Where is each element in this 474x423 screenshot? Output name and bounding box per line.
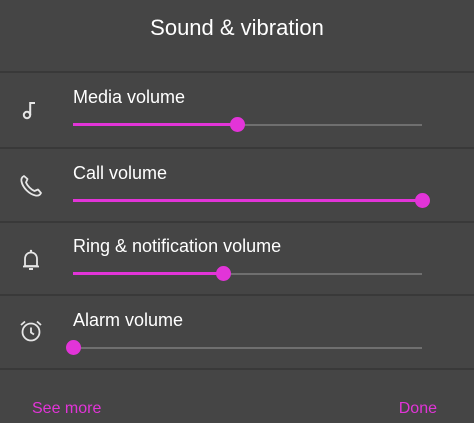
call-volume-label: Call volume xyxy=(73,163,168,183)
media-volume-label: Media volume xyxy=(73,87,186,107)
media-volume-row: Media volume xyxy=(0,73,474,145)
call-volume-slider[interactable] xyxy=(73,192,430,210)
slider-fill xyxy=(73,272,223,275)
ring-volume-row: Ring & notification volume xyxy=(0,223,474,295)
slider-thumb[interactable] xyxy=(65,340,81,355)
alarm-volume-label: Alarm volume xyxy=(73,310,184,330)
ring-volume-slider[interactable] xyxy=(73,265,422,283)
media-volume-slider[interactable] xyxy=(73,116,422,134)
sound-vibration-dialog: Sound & vibration Media volume Call volu… xyxy=(0,0,474,423)
slider-track xyxy=(73,347,422,349)
alarm-volume-slider[interactable] xyxy=(65,339,422,357)
done-button[interactable]: Done xyxy=(399,398,437,420)
slider-thumb[interactable] xyxy=(414,193,430,208)
divider xyxy=(0,368,474,370)
call-volume-row: Call volume xyxy=(0,149,474,221)
slider-thumb[interactable] xyxy=(215,266,231,281)
alarm-clock-icon xyxy=(16,316,46,346)
music-note-icon xyxy=(16,95,46,125)
slider-fill xyxy=(73,123,237,126)
ring-volume-label: Ring & notification volume xyxy=(73,236,282,256)
alarm-volume-row: Alarm volume xyxy=(0,296,474,368)
dialog-title: Sound & vibration xyxy=(150,15,324,40)
slider-thumb[interactable] xyxy=(229,117,245,132)
bell-icon xyxy=(16,245,46,275)
phone-icon xyxy=(16,171,46,201)
see-more-button[interactable]: See more xyxy=(32,398,101,420)
slider-fill xyxy=(73,199,422,202)
